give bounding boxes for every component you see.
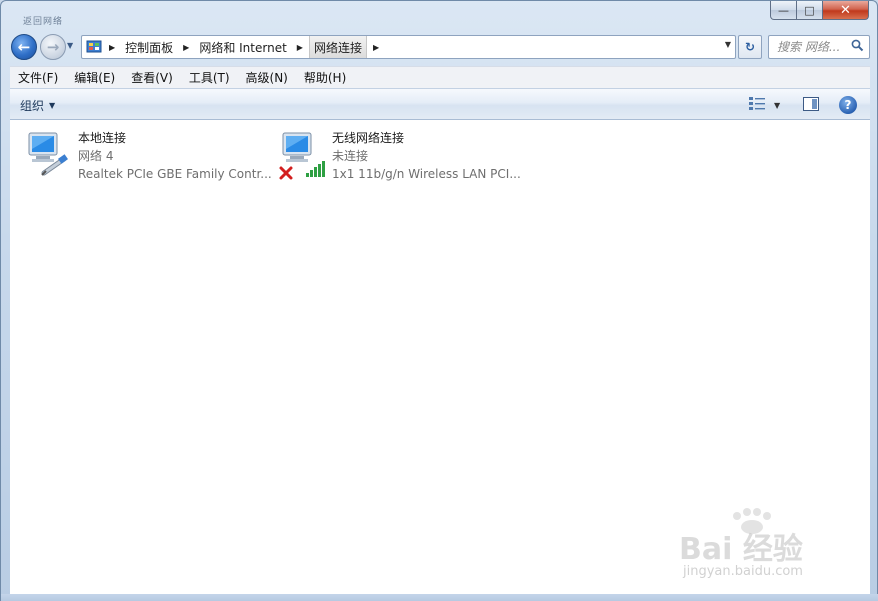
refresh-button[interactable]: ↻ xyxy=(738,35,762,59)
chevron-down-icon: ▼ xyxy=(49,101,56,110)
signal-bars-icon xyxy=(306,161,325,177)
organize-button[interactable]: 组织 ▼ xyxy=(20,97,55,114)
menu-file[interactable]: 文件(F) xyxy=(10,67,66,89)
list-item-local-connection[interactable]: 本地连接 网络 4 Realtek PCIe GBE Family Contr.… xyxy=(24,129,272,183)
search-icon[interactable] xyxy=(851,39,864,55)
search-box[interactable] xyxy=(768,35,870,59)
breadcrumb-separator-icon[interactable]: ▶ xyxy=(367,43,385,52)
menu-edit[interactable]: 编辑(E) xyxy=(66,67,123,89)
connection-details: 无线网络连接 未连接 1x1 11b/g/n Wireless LAN PCI.… xyxy=(332,129,521,183)
maximize-button[interactable]: □ xyxy=(797,1,823,20)
disconnected-x-icon xyxy=(279,166,293,180)
address-bar[interactable]: ▶ 控制面板 ▶ 网络和 Internet ▶ 网络连接 ▶ ▼ xyxy=(81,35,736,59)
wireless-network-icon xyxy=(278,129,328,181)
menu-bar: 文件(F) 编辑(E) 查看(V) 工具(T) 高级(N) 帮助(H) xyxy=(10,66,870,88)
chevron-down-icon: ▼ xyxy=(774,101,781,110)
close-button[interactable]: ✕ xyxy=(823,1,869,20)
navigation-bar: ← → ▼ ▶ 控制面板 ▶ 网络和 Internet ▶ 网络连接 ▶ ▼ ↻ xyxy=(1,31,878,63)
list-item-wireless-connection[interactable]: 无线网络连接 未连接 1x1 11b/g/n Wireless LAN PCI.… xyxy=(278,129,521,183)
menu-view[interactable]: 查看(V) xyxy=(123,67,181,89)
view-details-icon xyxy=(748,96,766,115)
connection-device: Realtek PCIe GBE Family Contr... xyxy=(78,167,272,181)
organize-label: 组织 xyxy=(20,99,45,113)
menu-advanced[interactable]: 高级(N) xyxy=(238,67,296,89)
connections-list: 本地连接 网络 4 Realtek PCIe GBE Family Contr.… xyxy=(10,120,870,594)
menu-tools[interactable]: 工具(T) xyxy=(181,67,238,89)
search-input[interactable] xyxy=(777,40,847,54)
forward-button[interactable]: → xyxy=(40,34,66,60)
control-panel-icon xyxy=(85,39,103,55)
window-bottom-border xyxy=(1,594,878,601)
connection-details: 本地连接 网络 4 Realtek PCIe GBE Family Contr.… xyxy=(78,129,272,183)
connection-status: 未连接 xyxy=(332,149,369,163)
connection-device: 1x1 11b/g/n Wireless LAN PCI... xyxy=(332,167,521,181)
preview-pane-icon[interactable] xyxy=(803,97,819,111)
caption-buttons: — □ ✕ xyxy=(770,1,869,21)
breadcrumb-separator-icon[interactable]: ▶ xyxy=(177,43,195,52)
minimize-button[interactable]: — xyxy=(770,1,797,20)
breadcrumb-network-internet[interactable]: 网络和 Internet xyxy=(195,36,290,58)
recent-pages-chevron-icon[interactable]: ▼ xyxy=(67,41,77,53)
title-hint: 返回网络 xyxy=(23,17,64,27)
back-button[interactable]: ← xyxy=(11,34,37,60)
help-button[interactable]: ? xyxy=(839,96,857,114)
connection-name: 本地连接 xyxy=(78,131,127,145)
title-bar[interactable]: 返回网络 xyxy=(9,5,609,27)
wired-network-icon xyxy=(24,129,74,181)
breadcrumb-network-connections[interactable]: 网络连接 xyxy=(308,36,367,58)
breadcrumb-separator-icon[interactable]: ▶ xyxy=(103,43,121,52)
menu-help[interactable]: 帮助(H) xyxy=(296,67,354,89)
connection-status: 网络 4 xyxy=(78,149,114,163)
address-dropdown-icon[interactable]: ▼ xyxy=(725,40,731,49)
change-view-button[interactable]: ▼ xyxy=(748,96,780,115)
connection-name: 无线网络连接 xyxy=(332,131,405,145)
explorer-window: 返回网络 — □ ✕ ← → ▼ ▶ 控制面板 ▶ 网络和 Internet ▶… xyxy=(0,0,878,601)
breadcrumb-control-panel[interactable]: 控制面板 xyxy=(121,36,177,58)
breadcrumb-separator-icon[interactable]: ▶ xyxy=(291,43,309,52)
command-bar: 组织 ▼ ▼ ? xyxy=(10,88,870,120)
